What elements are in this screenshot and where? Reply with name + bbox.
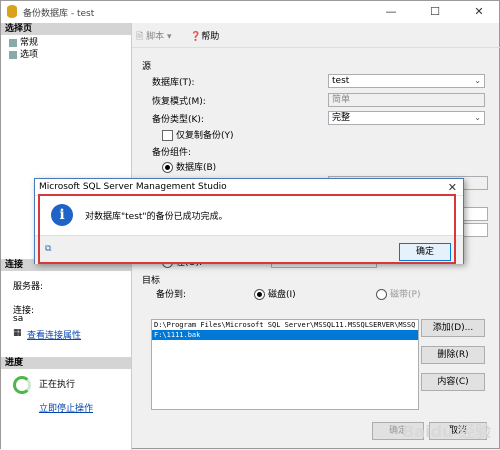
script-button[interactable]: 🗎 脚本 ▾ bbox=[136, 29, 172, 45]
progress-spinner-icon bbox=[13, 376, 31, 394]
connection-props-icon: ▦ bbox=[13, 328, 22, 338]
chevron-down-icon: ⌄ bbox=[474, 113, 481, 122]
database-label: 数据库(T): bbox=[152, 78, 195, 88]
select-page-header: 选择页 bbox=[1, 23, 131, 35]
maximize-button[interactable]: ☐ bbox=[413, 1, 457, 23]
source-section-label: 源 bbox=[142, 62, 152, 72]
progress-status: 正在执行 bbox=[39, 380, 76, 390]
recovery-model-field: 简单 bbox=[328, 93, 485, 107]
copy-only-checkbox[interactable]: 仅复制备份(Y) bbox=[162, 128, 234, 141]
database-icon bbox=[7, 5, 17, 18]
backup-to-label: 备份到: bbox=[156, 290, 187, 300]
close-button[interactable]: ✕ bbox=[457, 1, 500, 23]
title-bar: 备份数据库 - test — ☐ ✕ bbox=[1, 1, 499, 23]
radio-dot bbox=[376, 289, 387, 300]
list-item[interactable]: F:\1111.bak bbox=[152, 330, 418, 340]
help-icon: ❓ bbox=[190, 32, 202, 42]
backup-path-list[interactable]: D:\Program Files\Microsoft SQL Server\MS… bbox=[151, 319, 419, 410]
window-title: 备份数据库 - test bbox=[23, 9, 95, 19]
contents-button[interactable]: 内容(C) bbox=[421, 373, 485, 391]
help-button[interactable]: ❓帮助 bbox=[190, 29, 219, 42]
recovery-label: 恢复模式(M): bbox=[152, 97, 206, 107]
radio-dot bbox=[254, 289, 265, 300]
database-select[interactable]: test ⌄ bbox=[328, 74, 485, 88]
tape-radio: 磁带(P) bbox=[376, 287, 420, 300]
chevron-down-icon: ⌄ bbox=[474, 76, 481, 85]
highlight-box bbox=[38, 194, 456, 264]
target-section-label: 目标 bbox=[142, 276, 161, 286]
connection-value: sa bbox=[13, 314, 24, 324]
toolbar: 🗎 脚本 ▾ ❓帮助 bbox=[132, 23, 500, 48]
server-label: 服务器: bbox=[13, 282, 44, 292]
backup-type-select[interactable]: 完整 ⌄ bbox=[328, 111, 485, 125]
add-button[interactable]: 添加(D)... bbox=[421, 319, 485, 337]
page-general[interactable]: 常规 bbox=[9, 38, 38, 49]
minimize-button[interactable]: — bbox=[369, 1, 413, 23]
page-icon bbox=[9, 50, 17, 59]
dialog-title: Microsoft SQL Server Management Studio bbox=[39, 182, 227, 192]
list-item[interactable]: D:\Program Files\Microsoft SQL Server\MS… bbox=[152, 320, 418, 330]
disk-radio[interactable]: 磁盘(I) bbox=[254, 287, 296, 300]
watermark-logo: Baidu 经验 bbox=[402, 422, 491, 441]
remove-button[interactable]: 删除(R) bbox=[421, 346, 485, 364]
checkbox-box bbox=[162, 130, 173, 141]
view-connection-props-link[interactable]: 查看连接属性 bbox=[27, 328, 81, 341]
page-options[interactable]: 选项 bbox=[9, 50, 38, 61]
radio-dot bbox=[162, 162, 173, 173]
stop-operation-link[interactable]: 立即停止操作 bbox=[39, 401, 93, 414]
progress-header: 进度 bbox=[1, 357, 131, 369]
page-icon bbox=[9, 38, 17, 47]
component-database-radio[interactable]: 数据库(B) bbox=[162, 160, 216, 173]
backup-type-label: 备份类型(K): bbox=[152, 115, 204, 125]
component-label: 备份组件: bbox=[152, 148, 192, 158]
